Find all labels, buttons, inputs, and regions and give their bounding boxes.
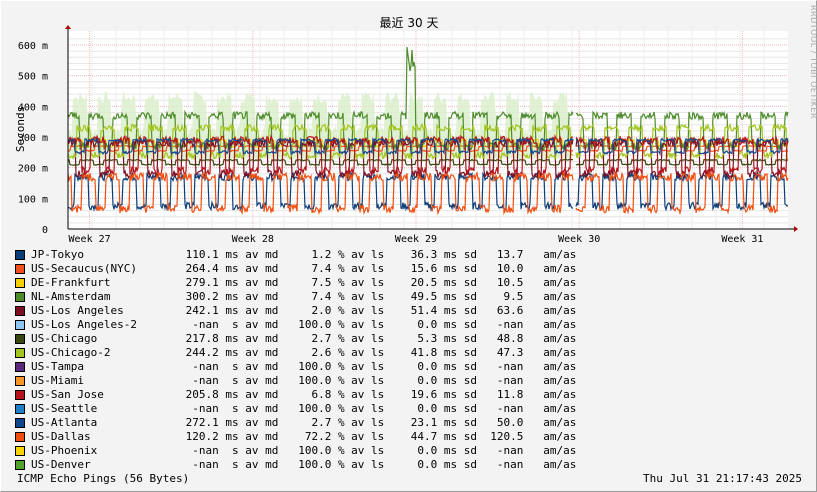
legend-series-stats: -nan s av md 100.0 % av ls 0.0 ms sd -na… (179, 318, 577, 331)
legend-series-stats: 242.1 ms av md 2.0 % av ls 51.4 ms sd 63… (179, 304, 577, 317)
legend-series-stats: 300.2 ms av md 7.4 % av ls 49.5 ms sd 9.… (179, 290, 577, 303)
legend-swatch (15, 250, 25, 260)
legend-row: JP-Tokyo 110.1 ms av md 1.2 % av ls 36.3… (15, 248, 576, 262)
footer-timestamp: Thu Jul 31 21:17:43 2025 (643, 472, 802, 485)
legend-series-name: NL-Amsterdam (31, 290, 111, 303)
rrdtool-credit: RRDTOOL / TOBI OETIKER (809, 5, 817, 120)
legend-swatch (15, 348, 25, 358)
legend-series-name: JP-Tokyo (31, 248, 84, 261)
legend-series-name: US-Dallas (31, 430, 91, 443)
legend-swatch (15, 320, 25, 330)
legend-row: US-Miami -nan s av md 100.0 % av ls 0.0 … (15, 374, 576, 388)
footer-description: ICMP Echo Pings (56 Bytes) (17, 472, 190, 485)
legend-series-stats: -nan s av md 100.0 % av ls 0.0 ms sd -na… (179, 360, 577, 373)
legend-series-name: US-Chicago (31, 332, 98, 345)
legend-row: US-Seattle -nan s av md 100.0 % av ls 0.… (15, 402, 576, 416)
legend-series-stats: 217.8 ms av md 2.7 % av ls 5.3 ms sd 48.… (179, 332, 577, 345)
y-tick-label: 600 m (18, 41, 48, 52)
y-tick-label: 500 m (18, 72, 48, 83)
legend-row: US-Tampa -nan s av md 100.0 % av ls 0.0 … (15, 360, 576, 374)
legend-swatch (15, 418, 25, 428)
legend-swatch (15, 390, 25, 400)
y-tick-label: 100 m (18, 194, 48, 205)
legend-swatch (15, 292, 25, 302)
legend-series-name: US-Denver (31, 458, 91, 471)
graph-frame: 最近 30 天 Seconds 0 100 m 200 m 300 m 400 m 500 m… (0, 0, 817, 492)
x-axis-arrow (794, 226, 798, 232)
legend-series-name: US-Secaucus(NYC) (31, 262, 137, 275)
legend-series-name: US-Phoenix (31, 444, 98, 457)
x-tick-label: Week 28 (232, 234, 274, 245)
legend-swatch (15, 404, 25, 414)
legend-series-name: US-Atlanta (31, 416, 98, 429)
legend-series-stats: -nan s av md 100.0 % av ls 0.0 ms sd -na… (179, 444, 577, 457)
y-axis-arrow (65, 25, 71, 29)
legend-series-stats: 205.8 ms av md 6.8 % av ls 19.6 ms sd 11… (179, 388, 577, 401)
legend-row: US-Los Angeles 242.1 ms av md 2.0 % av l… (15, 304, 576, 318)
legend-row: US-Chicago-2 244.2 ms av md 2.6 % av ls … (15, 346, 576, 360)
legend-series-stats: -nan s av md 100.0 % av ls 0.0 ms sd -na… (179, 402, 577, 415)
legend-series-name: US-Tampa (31, 360, 84, 373)
legend-row: US-Denver -nan s av md 100.0 % av ls 0.0… (15, 458, 576, 472)
y-tick-label: 0 (42, 225, 48, 236)
legend-series-stats: 264.4 ms av md 7.4 % av ls 15.6 ms sd 10… (179, 262, 577, 275)
legend-series-stats: -nan s av md 100.0 % av ls 0.0 ms sd -na… (179, 374, 577, 387)
legend-row: DE-Frankfurt 279.1 ms av md 7.5 % av ls … (15, 276, 576, 290)
legend: JP-Tokyo 110.1 ms av md 1.2 % av ls 36.3… (15, 248, 576, 472)
y-tick-label: 400 m (18, 102, 48, 113)
legend-series-name: US-San Jose (31, 388, 104, 401)
x-tick-label: Week 30 (558, 234, 600, 245)
legend-series-name: DE-Frankfurt (31, 276, 111, 289)
y-tick-label: 200 m (18, 164, 48, 175)
x-tick-label: Week 27 (69, 234, 111, 245)
legend-series-name: US-Los Angeles (31, 304, 124, 317)
latency-chart: 最近 30 天Seconds0100 m200 m300 m400 m500 m… (14, 16, 798, 245)
y-tick-label: 300 m (18, 133, 48, 144)
legend-series-name: US-Seattle (31, 402, 98, 415)
legend-swatch (15, 460, 25, 470)
chart-title: 最近 30 天 (380, 16, 439, 30)
legend-row: US-Los Angeles-2 -nan s av md 100.0 % av… (15, 318, 576, 332)
legend-row: US-Secaucus(NYC) 264.4 ms av md 7.4 % av… (15, 262, 576, 276)
legend-series-stats: 279.1 ms av md 7.5 % av ls 20.5 ms sd 10… (179, 276, 577, 289)
legend-series-stats: -nan s av md 100.0 % av ls 0.0 ms sd -na… (179, 458, 577, 471)
legend-series-stats: 272.1 ms av md 2.7 % av ls 23.1 ms sd 50… (179, 416, 577, 429)
legend-row: US-Dallas 120.2 ms av md 72.2 % av ls 44… (15, 430, 576, 444)
legend-swatch (15, 264, 25, 274)
legend-row: US-Chicago 217.8 ms av md 2.7 % av ls 5.… (15, 332, 576, 346)
legend-swatch (15, 306, 25, 316)
legend-series-name: US-Chicago-2 (31, 346, 111, 359)
legend-series-stats: 110.1 ms av md 1.2 % av ls 36.3 ms sd 13… (179, 248, 577, 261)
legend-series-name: US-Miami (31, 374, 84, 387)
legend-series-stats: 120.2 ms av md 72.2 % av ls 44.7 ms sd 1… (179, 430, 577, 443)
legend-swatch (15, 278, 25, 288)
x-tick-label: Week 31 (721, 234, 763, 245)
legend-swatch (15, 334, 25, 344)
legend-swatch (15, 376, 25, 386)
legend-swatch (15, 446, 25, 456)
legend-swatch (15, 362, 25, 372)
legend-swatch (15, 432, 25, 442)
legend-series-name: US-Los Angeles-2 (31, 318, 137, 331)
x-tick-label: Week 29 (395, 234, 437, 245)
legend-row: NL-Amsterdam 300.2 ms av md 7.4 % av ls … (15, 290, 576, 304)
legend-series-stats: 244.2 ms av md 2.6 % av ls 41.8 ms sd 47… (179, 346, 577, 359)
legend-row: US-San Jose 205.8 ms av md 6.8 % av ls 1… (15, 388, 576, 402)
legend-row: US-Phoenix -nan s av md 100.0 % av ls 0.… (15, 444, 576, 458)
legend-row: US-Atlanta 272.1 ms av md 2.7 % av ls 23… (15, 416, 576, 430)
